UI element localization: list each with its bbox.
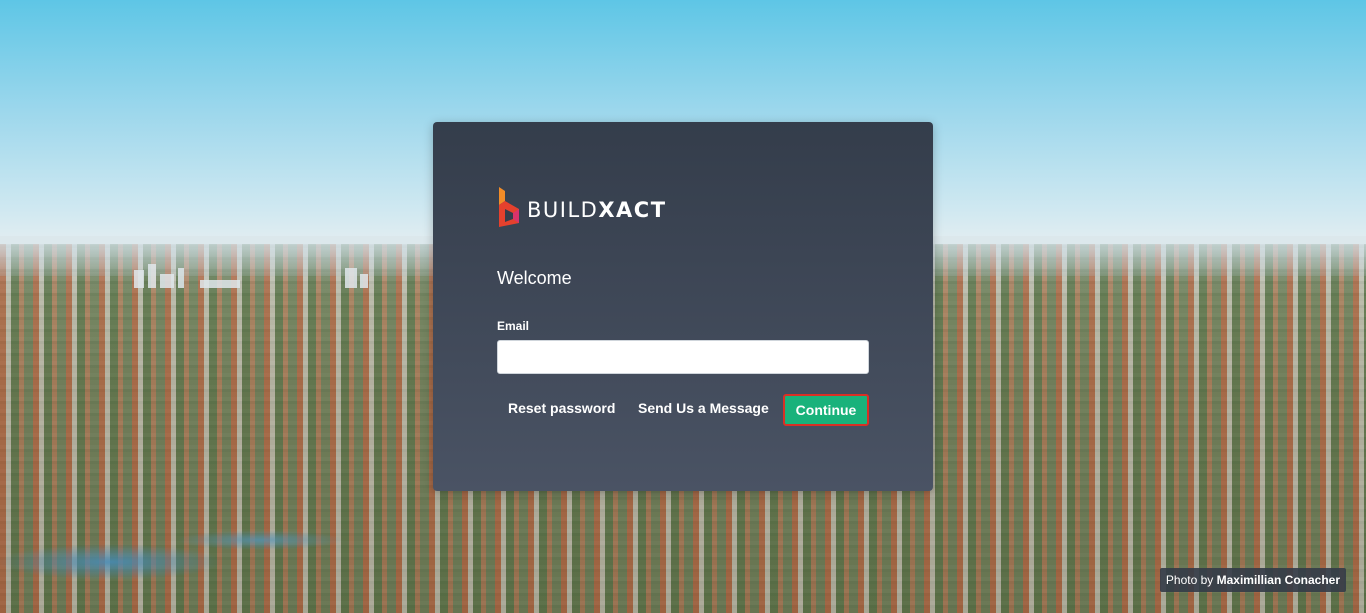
- buildxact-logo-icon: [499, 187, 519, 227]
- email-label: Email: [497, 319, 530, 333]
- photo-credit: Photo by Maximillian Conacher: [1159, 568, 1346, 592]
- city-skyline: [130, 262, 390, 288]
- buildxact-wordmark: BUILDXACT: [527, 198, 667, 222]
- buildxact-logo: BUILDXACT: [497, 186, 667, 228]
- email-field[interactable]: [497, 340, 869, 374]
- continue-button[interactable]: Continue: [783, 394, 869, 426]
- login-card: BUILDXACT Welcome Email Reset password S…: [433, 122, 933, 491]
- send-message-button[interactable]: Send Us a Message: [638, 400, 769, 416]
- photo-credit-prefix: Photo by: [1165, 573, 1214, 587]
- reset-password-button[interactable]: Reset password: [508, 400, 615, 416]
- photo-credit-author[interactable]: Maximillian Conacher: [1217, 573, 1340, 587]
- login-actions: Reset password Send Us a Message Continu…: [497, 394, 869, 428]
- page-title: Welcome: [497, 268, 572, 288]
